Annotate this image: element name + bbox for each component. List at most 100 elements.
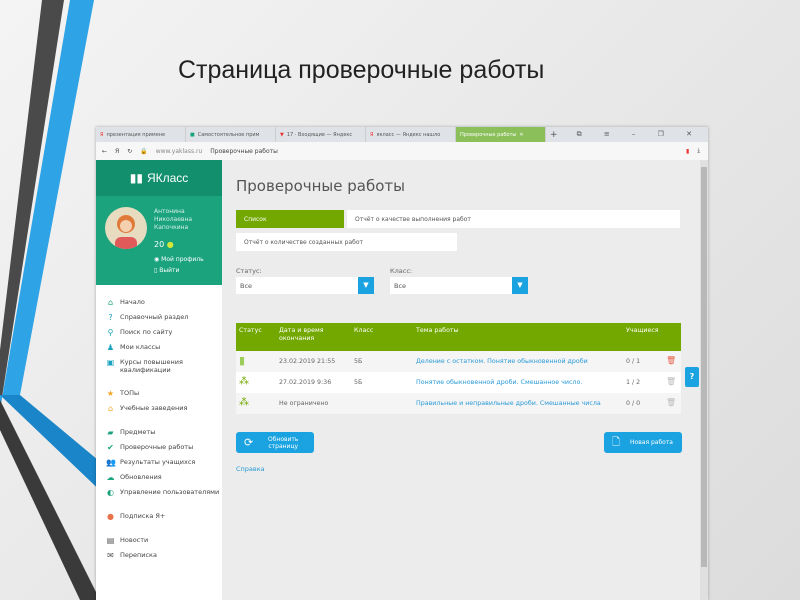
download-icon[interactable]: ⤓ [697,147,700,155]
tab-list[interactable]: Список [236,210,344,228]
yandex-icon[interactable]: Я [115,148,119,155]
date-cell: 23.02.2019 21:55 [276,351,351,372]
avatar[interactable] [105,207,147,249]
star-icon: ★ [106,389,115,398]
sidebar-item[interactable]: ▣ Курсы повышения квалификации [96,355,222,377]
date-cell: Не ограничено [276,393,351,414]
decorative-stripes [0,0,110,600]
sidebar-item[interactable]: ✔ Проверочные работы [96,440,222,455]
address-page-title: Проверочные работы [210,147,278,155]
lock-icon: 🔒 [140,147,148,155]
sidebar-item-label: Подписка Я+ [120,512,166,520]
new-work-button[interactable]: 🗋 Новая работа [604,432,682,453]
sidebar-item[interactable]: ✉ Переписка [96,548,222,563]
tab-count-report[interactable]: Отчёт о количестве созданных работ [236,233,457,251]
back-icon[interactable]: ← [102,148,107,155]
sidebar-item[interactable]: ◐ Управление пользователями [96,485,222,500]
sidebar-item[interactable]: ? Справочный раздел [96,310,222,325]
status-select[interactable]: Все ▼ [236,277,374,294]
sidebar-item[interactable]: ★ ТОПы [96,386,222,401]
course-icon: ▣ [106,358,115,367]
sidebar-item-label: Управление пользователями [120,488,220,496]
sidebar-item[interactable]: ▤ Новости [96,533,222,548]
sidebar-item-label: Новости [120,536,149,544]
profile-link[interactable]: ◉ Мой профиль [154,256,204,263]
refresh-icon: ⟳ [244,436,254,449]
logo[interactable]: ▮▮ ЯКласс [96,160,222,196]
sidebar-item-label: Начало [120,298,145,306]
address-bar[interactable]: ← Я ↻ 🔒 www.yaklass.ru Проверочные работ… [96,142,708,160]
browser-tab[interactable]: Яякласс — Яндекс нашло [366,127,456,142]
students-cell: 0 / 1 [623,351,663,372]
sidebar-item-label: Проверочные работы [120,443,194,451]
trash-icon[interactable]: 🗑 [666,377,676,386]
topic-link[interactable]: Деление с остатком. Понятие обыкновенной… [416,358,588,365]
table-row: ⁂ Не ограничено Правильные и неправильные … [236,393,681,414]
students-cell: 0 / 0 [623,393,663,414]
user-name: Антонина Николаевна Капочкина [154,208,193,231]
sidebar-item-label: Учебные заведения [120,404,188,412]
sidebar-item[interactable]: ☁ Обновления [96,470,222,485]
scrollbar-thumb[interactable] [701,167,707,567]
new-tab-icon[interactable]: + [550,130,558,140]
home-icon: ⌂ [107,298,114,307]
refresh-button[interactable]: ⟳ Обновить страницу [236,432,314,453]
reload-icon[interactable]: ↻ [127,148,132,155]
mail-icon: ✉ [107,551,114,560]
bookmark-icon[interactable]: ▮ [686,148,689,155]
col-topic: Тема работы [413,323,623,351]
sidebar-item-label: Справочный раздел [120,313,189,321]
sidebar-item[interactable]: ▰ Предметы [96,425,222,440]
trash-icon[interactable]: 🗑 [666,356,676,365]
sidebar-item-label: Обновления [120,473,162,481]
window-controls[interactable]: ⧉ ≡ – ❐ ✕ [577,130,702,139]
col-class: Класс [351,323,413,351]
sidebar-item[interactable]: ● Подписка Я+ [96,509,222,524]
sidebar-item-label: Курсы повышения квалификации [120,358,183,374]
institution-icon: ⌂ [107,404,114,413]
tab-bar: Япрезентация примене ■ Самостоятельное пр… [96,127,708,142]
tree-icon: ⁂ [239,376,249,387]
class-select[interactable]: Все ▼ [390,277,528,294]
tab-quality-report[interactable]: Отчёт о качестве выполнения работ [347,210,680,228]
browser-tab[interactable]: Япрезентация примене [96,127,186,142]
works-table: Статус Дата и время окончания Класс Тема… [236,323,681,414]
page-title: Проверочные работы [236,177,405,195]
draft-icon: ▮ [239,353,246,367]
sidebar-item-label: Предметы [120,428,156,436]
new-document-icon: 🗋 [612,437,621,448]
search-icon: ⚲ [107,328,114,337]
sidebar-item[interactable]: 👥 Результаты учащихся [96,455,222,470]
browser-tab[interactable]: ■ Самостоятельное прим [186,127,276,142]
browser-window: Япрезентация примене ■ Самостоятельное пр… [96,127,708,600]
cloud-icon: ☁ [106,473,115,482]
sidebar-item[interactable]: ⚲ Поиск по сайту [96,325,222,340]
table-row: ⁂ 27.02.2019 9:36 5Б Понятие обыкновенной д… [236,372,681,393]
help-link[interactable]: Справка [236,465,265,473]
class-icon: ♟ [106,343,115,352]
table-row: ▮ 23.02.2019 21:55 5Б Деление с остатком. П… [236,351,681,372]
topic-link[interactable]: Понятие обыкновенной дроби. Смешанное чи… [416,379,582,386]
news-icon: ▤ [106,536,115,545]
sidebar-item[interactable]: ⌂ Начало [96,295,222,310]
browser-tab[interactable]: ▼ 17 · Входящие — Яндекс [276,127,366,142]
users-icon: 👥 [106,458,116,467]
chevron-down-icon: ▼ [358,277,374,294]
col-status: Статус [236,323,276,351]
sidebar-item-label: Переписка [120,551,157,559]
browser-tab-active[interactable]: Проверочные работы ✕ [456,127,546,142]
trash-icon[interactable]: 🗑 [666,398,676,407]
status-label: Статус: [236,267,262,275]
class-cell: 5Б [351,351,413,372]
slide-title: Страница проверочные работы [178,56,545,84]
points: 20 ● [154,240,174,249]
students-cell: 1 / 2 [623,372,663,393]
help-button[interactable]: ? [685,367,699,387]
date-cell: 27.02.2019 9:36 [276,372,351,393]
sidebar-item-label: Поиск по сайту [120,328,173,336]
sidebar-item[interactable]: ♟ Мои классы [96,340,222,355]
url: www.yaklass.ru [155,147,203,155]
topic-link[interactable]: Правильные и неправильные дроби. Смешанн… [416,400,601,407]
logout-link[interactable]: ▯ Выйти [154,267,179,274]
sidebar-item[interactable]: ⌂ Учебные заведения [96,401,222,416]
